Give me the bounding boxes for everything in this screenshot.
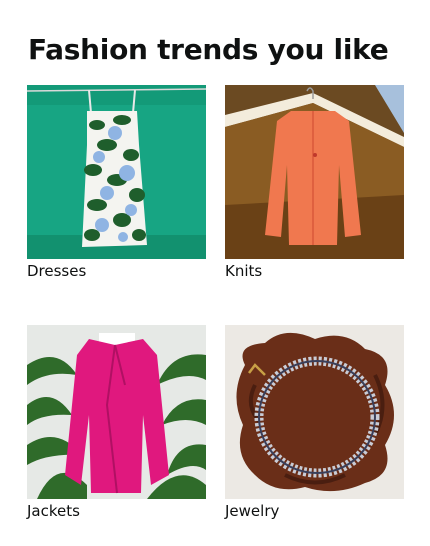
dresses-image[interactable] <box>27 85 206 259</box>
knits-image[interactable] <box>225 85 404 259</box>
jewelry-label[interactable]: Jewelry <box>225 501 279 521</box>
fashion-trends-card: Fashion trends you like Dresses Knits Ja… <box>0 0 430 546</box>
knits-label[interactable]: Knits <box>225 261 262 281</box>
dresses-label[interactable]: Dresses <box>27 261 86 281</box>
jackets-label[interactable]: Jackets <box>27 501 80 521</box>
jackets-image[interactable]: NO RKI <box>27 325 206 499</box>
card-title: Fashion trends you like <box>28 33 389 66</box>
jewelry-image[interactable] <box>225 325 404 499</box>
